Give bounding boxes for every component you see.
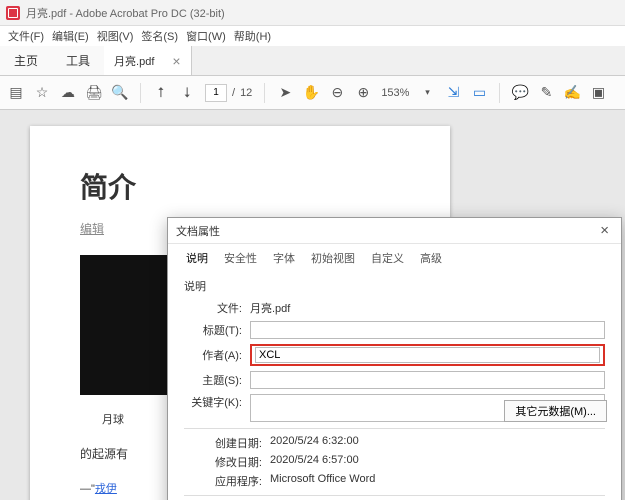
dialog-tab-initial-view[interactable]: 初始视图 [303,246,363,270]
value-application: Microsoft Office Word [270,473,605,489]
separator [140,83,141,103]
tab-document[interactable]: 月亮.pdf × [104,46,192,75]
fit-width-icon[interactable]: ⇲ [445,85,461,101]
highlight-icon[interactable]: ✎ [538,85,554,101]
document-viewport: 简介 编辑 月球 的起源有 —"戎伊 文档属性 × 说明 安全性 字体 初始视图… [0,110,625,500]
page-down-icon[interactable]: ⭣ [179,85,195,101]
field-author: 作者(A): [184,344,605,366]
tab-spacer [192,46,625,75]
dialog-tab-security[interactable]: 安全性 [216,246,265,270]
label-keywords: 关键字(K): [184,394,250,410]
label-file: 文件: [184,300,250,316]
tab-document-label: 月亮.pdf [114,53,154,69]
window-title: 月亮.pdf - Adobe Acrobat Pro DC (32-bit) [26,5,225,21]
hand-icon[interactable]: ✋ [303,85,319,101]
value-created: 2020/5/24 6:32:00 [270,435,605,451]
label-created: 创建日期: [184,435,270,451]
app-logo-icon [6,6,20,20]
label-author: 作者(A): [184,347,250,363]
dialog-tab-fonts[interactable]: 字体 [265,246,303,270]
value-file: 月亮.pdf [250,300,605,316]
stamp-icon[interactable]: ▣ [590,85,606,101]
highlight-author [250,344,605,366]
other-metadata-button[interactable]: 其它元数据(M)... [504,400,607,422]
field-title: 标题(T): [184,321,605,339]
page-control: / 12 [205,84,252,102]
input-author[interactable] [255,347,600,363]
dialog-close-icon[interactable]: × [596,222,613,239]
value-modified: 2020/5/24 6:57:00 [270,454,605,470]
label-application: 应用程序: [184,473,270,489]
dialog-tab-custom[interactable]: 自定义 [363,246,412,270]
toolbar: ▤ ☆ ☁ 🖨 🔍 ⭡ ⭣ / 12 ➤ ✋ ⊖ ⊕ 153% ▾ ⇲ ▭ 💬 … [0,76,625,110]
comment-icon[interactable]: 💬 [512,85,528,101]
print-icon[interactable]: 🖨 [86,85,102,101]
page-input[interactable] [205,84,227,102]
tab-home[interactable]: 主页 [0,46,52,75]
menu-edit[interactable]: 编辑(E) [50,28,91,44]
dialog-body: 说明 文件: 月亮.pdf 标题(T): 作者(A): 主题(S): 关键字(K… [168,270,621,500]
menu-view[interactable]: 视图(V) [95,28,136,44]
field-subject: 主题(S): [184,371,605,389]
menu-window[interactable]: 窗口(W) [184,28,228,44]
field-file: 文件: 月亮.pdf [184,300,605,316]
dialog-tab-description[interactable]: 说明 [178,246,216,270]
fit-page-icon[interactable]: ▭ [471,85,487,101]
dialog-tabs: 说明 安全性 字体 初始视图 自定义 高级 [168,244,621,270]
menu-sign[interactable]: 签名(S) [139,28,180,44]
separator [264,83,265,103]
input-subject[interactable] [250,371,605,389]
label-subject: 主题(S): [184,372,250,388]
menu-file[interactable]: 文件(F) [6,28,46,44]
signature-icon[interactable]: ✍ [564,85,580,101]
label-modified: 修改日期: [184,454,270,470]
tab-tools[interactable]: 工具 [52,46,104,75]
section-description: 说明 [184,278,605,294]
input-title[interactable] [250,321,605,339]
label-title: 标题(T): [184,322,250,338]
tab-close-icon[interactable]: × [172,53,180,69]
star-icon[interactable]: ☆ [34,85,50,101]
page-total: 12 [240,87,252,99]
chevron-down-icon[interactable]: ▾ [419,85,435,101]
menu-bar: 文件(F) 编辑(E) 视图(V) 签名(S) 窗口(W) 帮助(H) [0,26,625,46]
dialog-title: 文档属性 [176,223,220,239]
divider [184,495,605,496]
tab-row: 主页 工具 月亮.pdf × [0,46,625,76]
document-properties-dialog: 文档属性 × 说明 安全性 字体 初始视图 自定义 高级 说明 文件: 月亮.p… [167,217,622,500]
sidebar-toggle-icon[interactable]: ▤ [8,85,24,101]
cloud-icon[interactable]: ☁ [60,85,76,101]
dialog-titlebar: 文档属性 × [168,218,621,244]
dialog-tab-advanced[interactable]: 高级 [412,246,450,270]
separator [499,83,500,103]
search-icon[interactable]: 🔍 [112,85,128,101]
menu-help[interactable]: 帮助(H) [232,28,273,44]
zoom-in-icon[interactable]: ⊕ [355,85,371,101]
page-link[interactable]: 戎伊 [95,483,117,495]
page-up-icon[interactable]: ⭡ [153,85,169,101]
zoom-out-icon[interactable]: ⊖ [329,85,345,101]
page-heading: 简介 [80,166,400,206]
page-sep: / [232,87,235,99]
window-title-bar: 月亮.pdf - Adobe Acrobat Pro DC (32-bit) [0,0,625,26]
zoom-level[interactable]: 153% [381,87,409,99]
divider [184,428,605,429]
arrow-cursor-icon[interactable]: ➤ [277,85,293,101]
